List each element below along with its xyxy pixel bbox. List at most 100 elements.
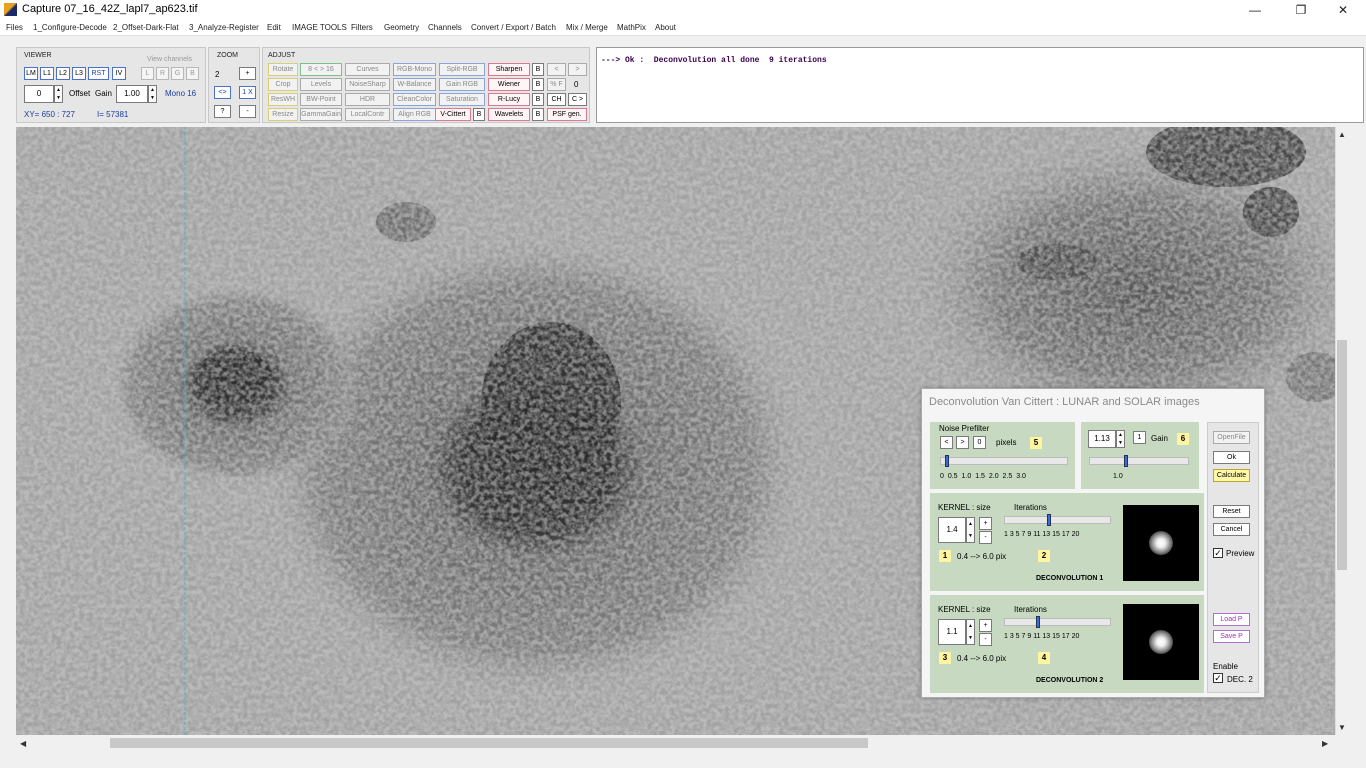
menu-image-tools[interactable]: IMAGE TOOLS <box>292 23 347 32</box>
wavelets-button[interactable]: Wavelets <box>488 108 530 121</box>
gain-input[interactable]: 1.00 <box>116 85 148 103</box>
r-lucy-button[interactable]: R-Lucy <box>488 93 530 106</box>
rst-button[interactable]: RST <box>88 67 109 80</box>
c-next-button[interactable]: C > <box>568 93 587 106</box>
dec2-checkbox[interactable]: ✓ <box>1213 673 1223 683</box>
levels-button[interactable]: Levels <box>300 78 342 91</box>
noise-decrease-button[interactable]: < <box>940 436 953 449</box>
menu-edit[interactable]: Edit <box>267 23 281 32</box>
zoom-swap-button[interactable]: <> <box>214 86 231 99</box>
gain-slider-track[interactable] <box>1089 457 1189 465</box>
save-p-button[interactable]: Save P <box>1213 630 1250 643</box>
openfile-button[interactable]: OpenFile <box>1213 431 1250 444</box>
sharpen-b-button[interactable]: B <box>532 63 544 76</box>
scroll-left-icon[interactable]: ◀ <box>20 739 26 748</box>
rotate-button[interactable]: Rotate <box>268 63 298 76</box>
noisesharp-button[interactable]: NoiseSharp <box>345 78 390 91</box>
close-button[interactable]: ✕ <box>1320 0 1366 20</box>
scroll-down-icon[interactable]: ▼ <box>1338 723 1346 732</box>
noise-slider-track[interactable] <box>940 457 1068 465</box>
channel-b-button[interactable]: B <box>186 67 199 80</box>
menu-offset-dark-flat[interactable]: 2_Offset-Dark-Flat <box>113 23 179 32</box>
wiener-b-button[interactable]: B <box>532 78 544 91</box>
menu-about[interactable]: About <box>655 23 676 32</box>
horizontal-scroll-thumb[interactable] <box>110 738 868 748</box>
scroll-up-icon[interactable]: ▲ <box>1338 130 1346 139</box>
iv-button[interactable]: IV <box>112 67 126 80</box>
menu-configure-decode[interactable]: 1_Configure-Decode <box>33 23 107 32</box>
split-rgb-button[interactable]: Split-RGB <box>439 63 485 76</box>
zoom-in-button[interactable]: + <box>239 67 256 80</box>
iterations2-slider-track[interactable] <box>1004 618 1111 626</box>
zoom-1x-button[interactable]: 1 X <box>239 86 256 99</box>
gammagain-button[interactable]: GammaGain <box>300 108 342 121</box>
l2-button[interactable]: L2 <box>56 67 70 80</box>
noise-reset-button[interactable]: 0 <box>973 436 986 449</box>
offset-input[interactable]: 0 <box>24 85 54 103</box>
hdr-button[interactable]: HDR <box>345 93 390 106</box>
noise-increase-button[interactable]: > <box>956 436 969 449</box>
menu-analyze-register[interactable]: 3_Analyze-Register <box>189 23 259 32</box>
ok-button[interactable]: Ok <box>1213 451 1250 464</box>
psf-gen-button[interactable]: PSF gen. <box>547 108 587 121</box>
gain-one-button[interactable]: 1 <box>1133 431 1146 444</box>
l1-button[interactable]: L1 <box>40 67 54 80</box>
menu-mathpix[interactable]: MathPix <box>617 23 646 32</box>
offset-stepper[interactable]: ▲ ▼ <box>54 85 63 103</box>
menu-convert-export-batch[interactable]: Convert / Export / Batch <box>471 23 556 32</box>
localcontr-button[interactable]: LocalContr <box>345 108 390 121</box>
gain-stepper[interactable]: ▲ ▼ <box>148 85 157 103</box>
v-cittert-b-button[interactable]: B <box>473 108 485 121</box>
rgb-mono-button[interactable]: RGB-Mono <box>393 63 436 76</box>
nav-right-button[interactable]: > <box>568 63 587 76</box>
channel-l-button[interactable]: L <box>141 67 154 80</box>
v-cittert-button[interactable]: V-Cittert <box>435 108 471 121</box>
curves-button[interactable]: Curves <box>345 63 390 76</box>
menu-channels[interactable]: Channels <box>428 23 462 32</box>
minimize-button[interactable]: — <box>1232 0 1278 20</box>
gain-value-input[interactable]: 1.13 <box>1088 430 1116 448</box>
bw-point-button[interactable]: BW-Point <box>300 93 342 106</box>
crop-button[interactable]: Crop <box>268 78 298 91</box>
scroll-right-icon[interactable]: ▶ <box>1322 739 1328 748</box>
channel-g-button[interactable]: G <box>171 67 184 80</box>
resize-button[interactable]: Resize <box>268 108 298 121</box>
align-rgb-button[interactable]: Align RGB <box>393 108 436 121</box>
l3-button[interactable]: L3 <box>72 67 86 80</box>
cleancolor-button[interactable]: CleanColor <box>393 93 436 106</box>
vertical-scroll-thumb[interactable] <box>1337 340 1347 570</box>
percent-f-button[interactable]: % F <box>547 78 566 91</box>
menu-mix-merge[interactable]: Mix / Merge <box>566 23 608 32</box>
help-button[interactable]: ? <box>214 105 231 118</box>
r-lucy-b-button[interactable]: B <box>532 93 544 106</box>
iterations1-slider-track[interactable] <box>1004 516 1111 524</box>
preview-checkbox[interactable]: ✓ <box>1213 548 1223 558</box>
cancel-button[interactable]: Cancel <box>1213 523 1250 536</box>
lm-button[interactable]: LM <box>24 67 38 80</box>
gain-value-stepper[interactable]: ▲ ▼ <box>1116 430 1125 448</box>
saturation-button[interactable]: Saturation <box>439 93 485 106</box>
bitdepth-button[interactable]: 8 < > 16 <box>300 63 342 76</box>
menu-filters[interactable]: Filters <box>351 23 373 32</box>
menu-geometry[interactable]: Geometry <box>384 23 419 32</box>
reswh-button[interactable]: ResWH <box>268 93 298 106</box>
kernel1-plus-button[interactable]: + <box>979 517 992 530</box>
w-balance-button[interactable]: W-Balance <box>393 78 436 91</box>
gain-slider-thumb[interactable] <box>1124 455 1128 467</box>
iterations2-slider-thumb[interactable] <box>1036 616 1040 628</box>
kernel2-minus-button[interactable]: - <box>979 633 992 646</box>
maximize-button[interactable]: ❐ <box>1278 0 1324 20</box>
reset-button[interactable]: Reset <box>1213 505 1250 518</box>
noise-slider-thumb[interactable] <box>945 455 949 467</box>
iterations1-slider-thumb[interactable] <box>1047 514 1051 526</box>
kernel2-plus-button[interactable]: + <box>979 619 992 632</box>
kernel2-size-input[interactable]: 1.1 <box>938 619 966 645</box>
calculate-button[interactable]: Calculate <box>1213 469 1250 482</box>
menu-files[interactable]: Files <box>6 23 23 32</box>
gain-rgb-button[interactable]: Gain RGB <box>439 78 485 91</box>
nav-left-button[interactable]: < <box>547 63 566 76</box>
zoom-out-button[interactable]: - <box>239 105 256 118</box>
kernel2-size-stepper[interactable]: ▲ ▼ <box>966 619 975 645</box>
ch-button[interactable]: CH <box>547 93 566 106</box>
wiener-button[interactable]: Wiener <box>488 78 530 91</box>
